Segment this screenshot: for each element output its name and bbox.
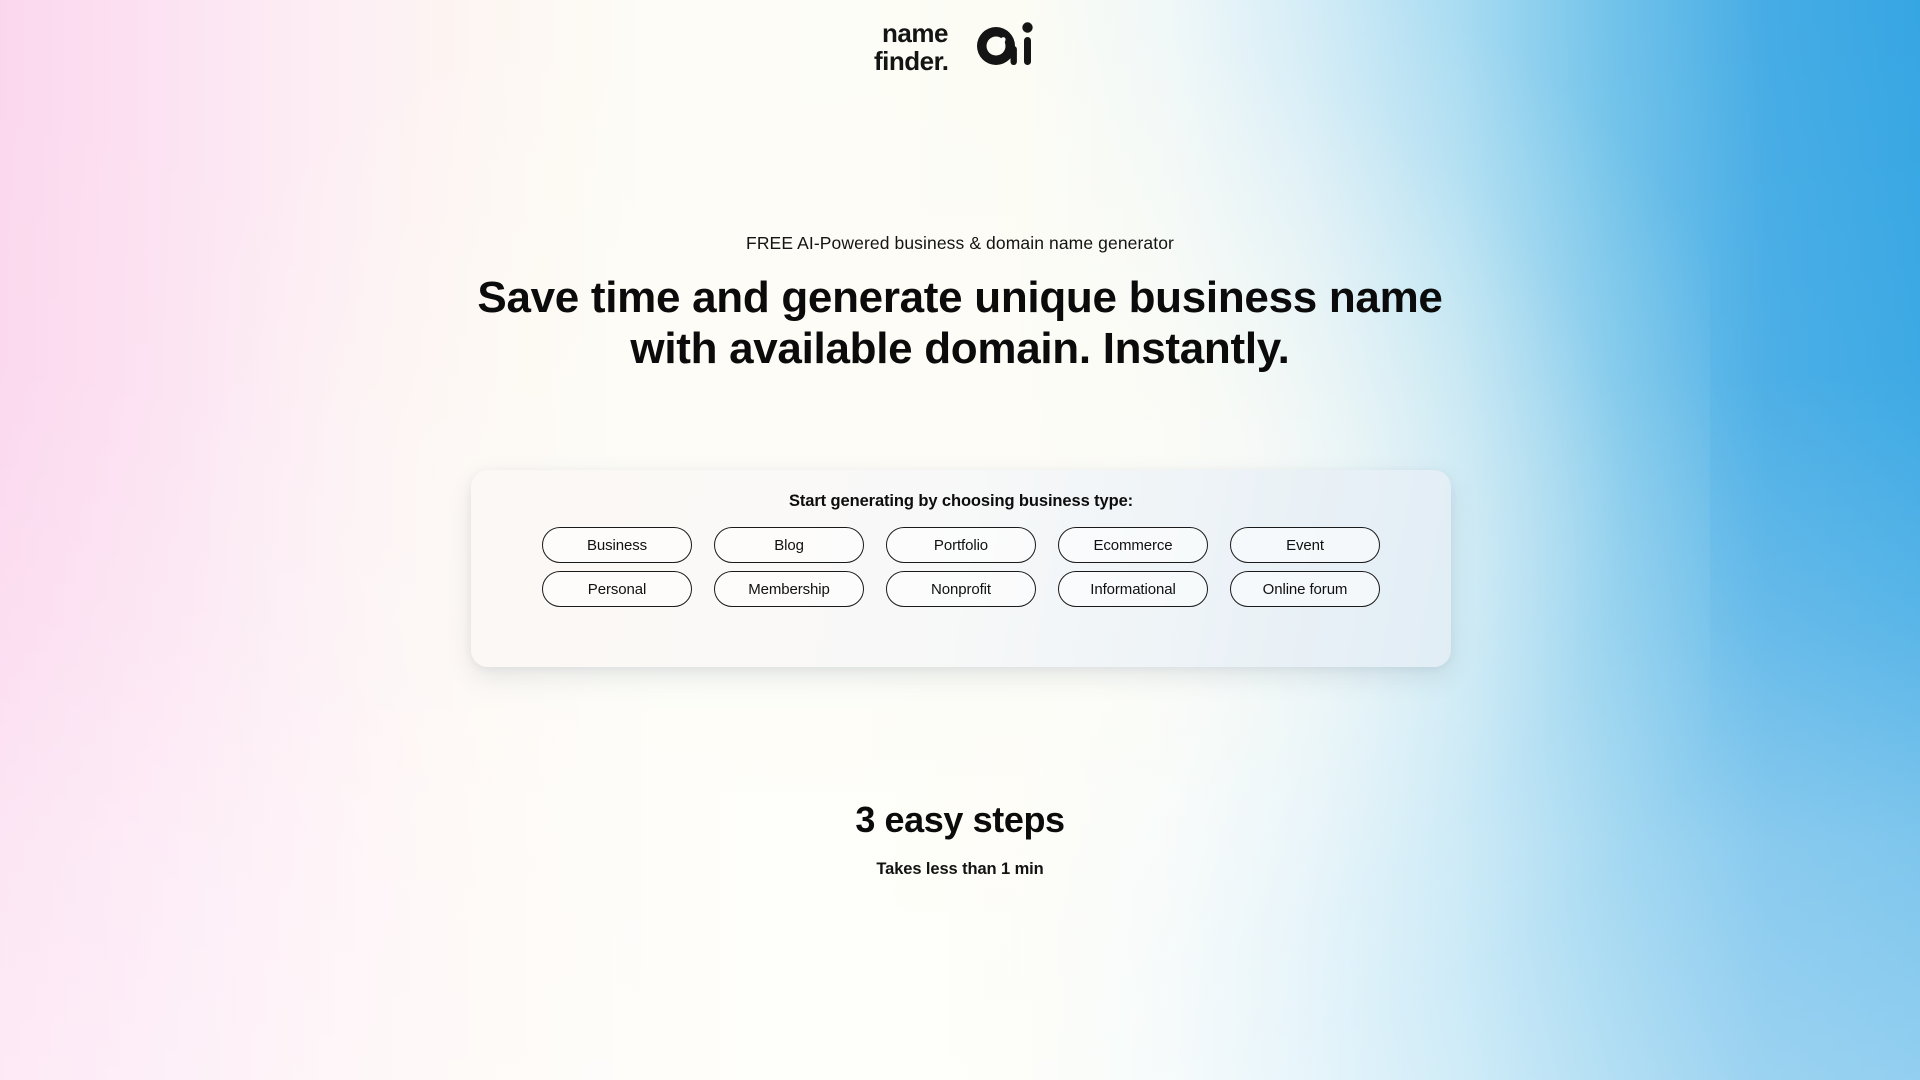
business-type-business[interactable]: Business [542,527,692,563]
hero-title-line-1: Save time and generate unique business n… [477,273,1443,322]
business-type-row-1: Business Blog Portfolio Ecommerce Event [542,527,1380,563]
brand-logo[interactable]: name finder. [860,8,1060,84]
svg-text:finder.: finder. [874,46,949,76]
hero-section: FREE AI-Powered business & domain name g… [0,232,1920,374]
business-type-nonprofit[interactable]: Nonprofit [886,571,1036,607]
business-type-card: Start generating by choosing business ty… [471,470,1451,667]
card-title: Start generating by choosing business ty… [788,492,1134,510]
business-type-ecommerce[interactable]: Ecommerce [1058,527,1208,563]
business-type-informational[interactable]: Informational [1058,571,1208,607]
hero-title-line-2: with available domain. Instantly. [630,324,1290,373]
business-type-row-2: Personal Membership Nonprofit Informatio… [542,571,1380,607]
business-type-online-forum[interactable]: Online forum [1230,571,1380,607]
steps-subtitle: Takes less than 1 min [876,860,1044,878]
business-type-portfolio[interactable]: Portfolio [886,527,1036,563]
hero-eyebrow: FREE AI-Powered business & domain name g… [746,233,1174,253]
business-type-personal[interactable]: Personal [542,571,692,607]
business-type-blog[interactable]: Blog [714,527,864,563]
svg-text:name: name [882,18,948,48]
landing-page: name finder. FREE AI-Powered business & … [0,0,1920,1080]
page-title: Save time and generate unique business n… [0,272,1920,374]
steps-section: 3 easy steps Takes less than 1 min [0,798,1920,879]
business-type-list: Business Blog Portfolio Ecommerce Event … [471,527,1451,607]
namefinder-ai-logo-icon: name finder. [874,18,1033,76]
business-type-event[interactable]: Event [1230,527,1380,563]
steps-title: 3 easy steps [855,799,1065,840]
business-type-membership[interactable]: Membership [714,571,864,607]
